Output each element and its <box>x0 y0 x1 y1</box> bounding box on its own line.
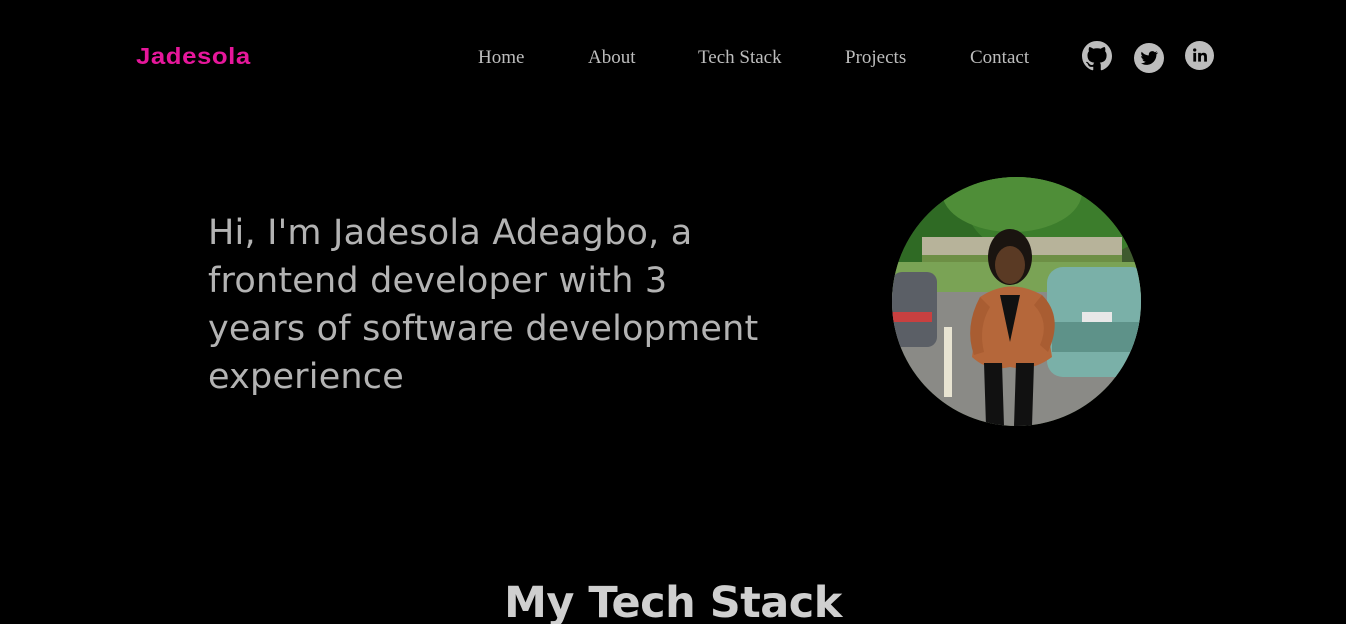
nav-contact-link[interactable]: Contact <box>970 47 1029 69</box>
linkedin-icon <box>1185 41 1215 70</box>
profile-photo <box>892 177 1141 426</box>
linkedin-link[interactable] <box>1185 41 1215 71</box>
nav-projects-link[interactable]: Projects <box>845 47 906 69</box>
hero-intro-text: Hi, I'm Jadesola Adeagbo, a frontend dev… <box>208 213 759 397</box>
nav-about-link[interactable]: About <box>588 47 636 69</box>
github-link[interactable] <box>1082 41 1112 71</box>
nav-tech-stack-link[interactable]: Tech Stack <box>698 47 782 69</box>
twitter-link[interactable] <box>1134 43 1164 73</box>
nav-home-link[interactable]: Home <box>478 47 524 69</box>
portfolio-page: Jadesola Home About Tech Stack Projects … <box>0 0 1346 624</box>
tech-stack-heading: My Tech Stack <box>504 578 842 624</box>
twitter-icon <box>1134 43 1164 73</box>
brand-logo[interactable]: Jadesola <box>136 43 251 70</box>
github-icon <box>1082 41 1112 71</box>
